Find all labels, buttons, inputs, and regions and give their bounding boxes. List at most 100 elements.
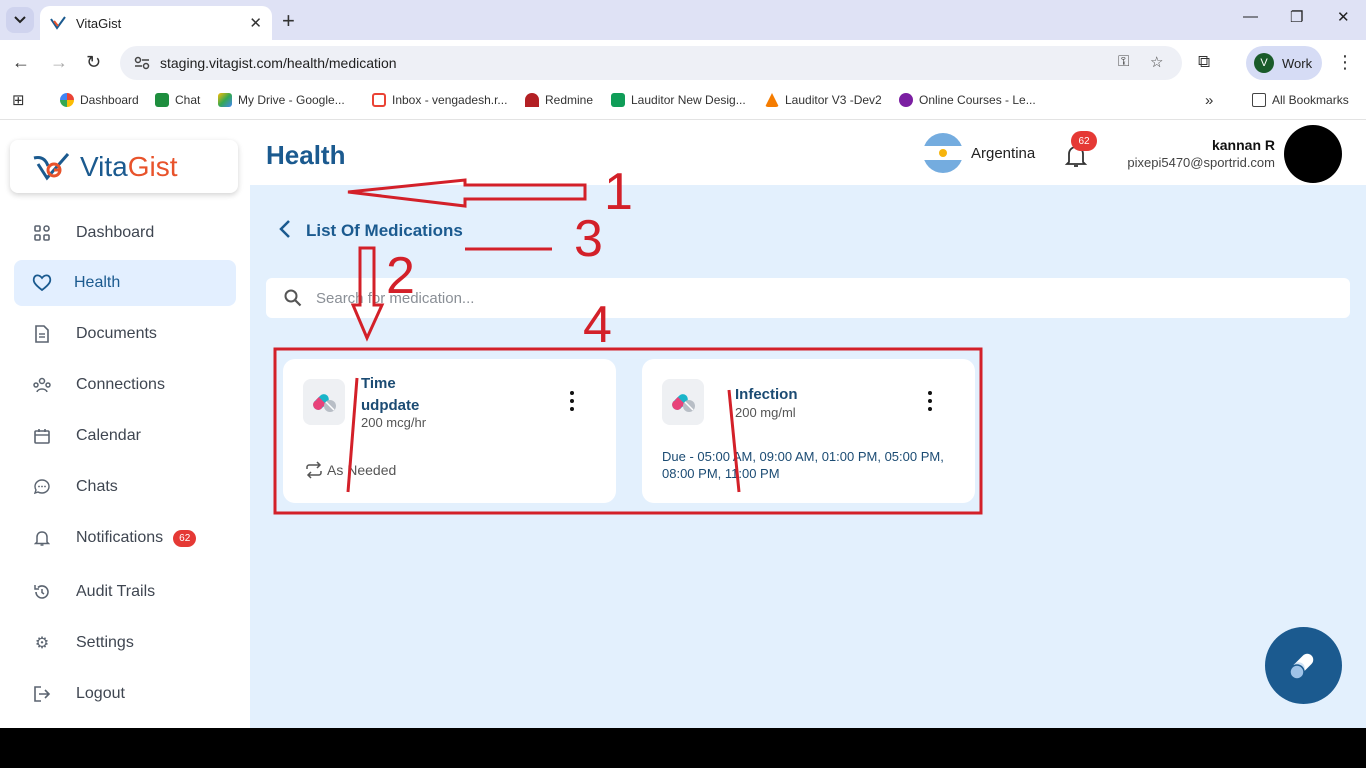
restore-icon[interactable]: ❐	[1290, 8, 1303, 26]
sidebar-item-notifications[interactable]: Notifications 62	[14, 515, 236, 561]
sidebar-item-calendar[interactable]: Calendar	[14, 413, 236, 459]
medication-dose: 200 mg/ml	[735, 405, 796, 420]
close-window-icon[interactable]: ✕	[1337, 8, 1350, 26]
redmine-icon	[525, 93, 539, 107]
gmail-icon	[372, 93, 386, 107]
new-tab-button[interactable]: +	[282, 8, 295, 34]
sidebar-item-logout[interactable]: Logout	[14, 671, 236, 717]
more-options-icon[interactable]	[567, 391, 577, 411]
sidebar: VitaGist Dashboard Health Documents Conn…	[0, 121, 250, 728]
all-bookmarks-label: All Bookmarks	[1272, 93, 1349, 107]
browser-menu-icon[interactable]: ⋮	[1336, 52, 1354, 73]
forward-arrow-icon[interactable]: →	[50, 52, 68, 73]
bookmark-item[interactable]: My Drive - Google...	[218, 93, 345, 107]
courses-icon	[899, 93, 913, 107]
medication-name: Infection	[735, 386, 798, 403]
bookmark-label: Online Courses - Le...	[919, 93, 1036, 107]
profile-avatar: V	[1254, 53, 1274, 73]
site-settings-icon[interactable]	[134, 56, 150, 70]
bookmark-label: Redmine	[545, 93, 594, 107]
bookmark-item[interactable]: Lauditor New Desig...	[611, 93, 746, 107]
user-avatar[interactable]	[1284, 125, 1342, 183]
key-icon[interactable]: ⚿	[1118, 53, 1129, 70]
chevron-down-icon	[14, 16, 26, 24]
all-bookmarks-button[interactable]: All Bookmarks	[1252, 93, 1349, 107]
bookmark-item[interactable]: Chat	[155, 93, 200, 107]
bookmark-item[interactable]: Inbox - vengadesh.r...	[372, 93, 507, 107]
bookmark-label: Lauditor V3 -Dev2	[785, 93, 882, 107]
reload-icon[interactable]: ↻	[86, 52, 101, 73]
tab-strip: VitaGist ✕ + — ❐ ✕	[0, 0, 1366, 40]
logo-text: VitaGist	[80, 151, 178, 183]
bookmark-label: Inbox - vengadesh.r...	[392, 93, 508, 107]
annotation-number: 3	[574, 210, 603, 268]
sidebar-item-documents[interactable]: Documents	[14, 311, 236, 357]
apps-grid-icon[interactable]: ⊞	[12, 91, 25, 109]
argentina-flag-icon[interactable]	[923, 133, 963, 173]
profile-label: Work	[1282, 55, 1313, 71]
sidebar-item-label: Notifications	[76, 529, 164, 546]
main-content: Health Argentina 62 kannan R pixepi5470@…	[250, 121, 1366, 728]
pill-icon	[1288, 653, 1313, 680]
annotation-number: 2	[386, 247, 415, 305]
vitagist-favicon-icon	[50, 16, 66, 30]
extensions-icon[interactable]: ⧉	[1198, 52, 1210, 72]
address-bar[interactable]: staging.vitagist.com/health/medication ⚿…	[120, 46, 1182, 80]
more-bookmarks-icon[interactable]: »	[1205, 92, 1213, 109]
sidebar-item-label: Health	[74, 274, 121, 291]
sidebar-item-label: Dashboard	[76, 224, 155, 241]
drive-icon	[218, 93, 232, 107]
medication-card[interactable]: Time udpdate 200 mcg/hr As Needed	[283, 359, 616, 503]
medication-frequency: As Needed	[305, 461, 396, 479]
bookmark-item[interactable]: Redmine	[525, 93, 593, 107]
more-options-icon[interactable]	[925, 391, 935, 411]
sidebar-item-health[interactable]: Health	[14, 260, 236, 306]
app-header: Health Argentina 62 kannan R pixepi5470@…	[250, 121, 1366, 185]
search-icon	[284, 289, 302, 307]
back-chevron-icon[interactable]	[278, 219, 292, 239]
add-medication-fab[interactable]	[1265, 627, 1342, 704]
user-name: kannan R	[1211, 137, 1275, 153]
annotation-number: 1	[604, 163, 633, 221]
people-icon	[32, 375, 52, 395]
vitagist-logo[interactable]: VitaGist	[10, 140, 238, 193]
heart-icon	[32, 273, 52, 293]
folder-icon	[1252, 93, 1266, 107]
bookmark-item[interactable]: Lauditor V3 -Dev2	[765, 93, 882, 107]
minimize-icon[interactable]: —	[1243, 8, 1258, 25]
search-bar[interactable]	[266, 278, 1350, 318]
sidebar-item-audit-trails[interactable]: Audit Trails	[14, 569, 236, 615]
profile-button[interactable]: V Work	[1246, 46, 1322, 80]
list-title: List Of Medications	[306, 221, 463, 240]
calendar-icon	[32, 426, 52, 446]
medication-card[interactable]: Infection 200 mg/ml Due - 05:00 AM, 09:0…	[642, 359, 975, 503]
bookmarks-bar: ⊞ Dashboard Chat My Drive - Google... In…	[0, 86, 1366, 120]
chat-app-icon	[155, 93, 169, 107]
browser-tab[interactable]: VitaGist ✕	[40, 6, 272, 40]
sidebar-item-settings[interactable]: ⚙ Settings	[14, 620, 236, 666]
sheets-icon	[611, 93, 625, 107]
close-tab-icon[interactable]: ✕	[249, 14, 262, 32]
sidebar-item-connections[interactable]: Connections	[14, 362, 236, 408]
country-selector[interactable]: Argentina	[971, 145, 1035, 162]
medication-due-times: Due - 05:00 AM, 09:00 AM, 01:00 PM, 05:0…	[662, 449, 944, 481]
bookmark-label: Chat	[175, 93, 201, 107]
logo-text-part2: Gist	[127, 150, 178, 182]
sidebar-item-label: Connections	[76, 376, 165, 393]
medication-dose: 200 mcg/hr	[361, 415, 427, 430]
sidebar-item-chats[interactable]: Chats	[14, 464, 236, 510]
page-title: Health	[266, 140, 346, 170]
tab-search-button[interactable]	[6, 7, 34, 33]
bookmark-label: My Drive - Google...	[238, 93, 345, 107]
pill-icon	[662, 379, 704, 425]
back-arrow-icon[interactable]: ←	[12, 52, 30, 73]
star-icon[interactable]: ☆	[1150, 53, 1163, 71]
sidebar-item-dashboard[interactable]: Dashboard	[14, 210, 236, 256]
frequency-text: As Needed	[327, 462, 397, 478]
browser-chrome: VitaGist ✕ + — ❐ ✕ ← → ↻ staging.vitagis…	[0, 0, 1366, 121]
logout-icon	[32, 684, 52, 704]
bookmark-item[interactable]: Dashboard	[60, 93, 139, 107]
sidebar-item-label: Documents	[76, 325, 157, 342]
search-input[interactable]	[316, 289, 1216, 307]
bookmark-item[interactable]: Online Courses - Le...	[899, 93, 1036, 107]
